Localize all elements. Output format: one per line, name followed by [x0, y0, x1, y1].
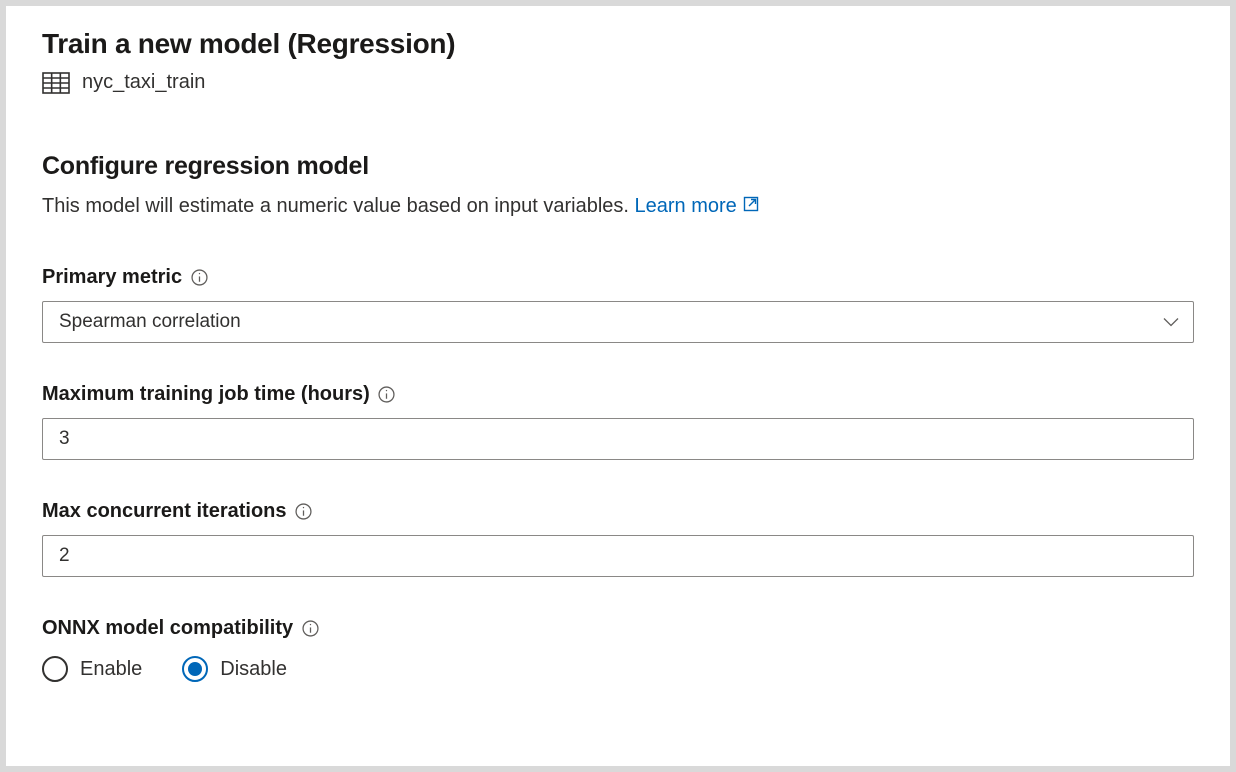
- info-icon[interactable]: [295, 503, 313, 521]
- page-title: Train a new model (Regression): [42, 26, 1194, 61]
- dataset-name: nyc_taxi_train: [82, 71, 205, 94]
- learn-more-link[interactable]: Learn more: [635, 195, 759, 218]
- external-link-icon: [743, 195, 759, 218]
- onnx-enable-radio[interactable]: Enable: [42, 656, 142, 682]
- radio-button-icon: [42, 656, 68, 682]
- max-training-time-block: Maximum training job time (hours): [42, 383, 1194, 460]
- section-description-text: This model will estimate a numeric value…: [42, 195, 635, 217]
- max-training-time-label-text: Maximum training job time (hours): [42, 383, 370, 406]
- dataset-row: nyc_taxi_train: [42, 71, 1194, 94]
- primary-metric-value: Spearman correlation: [43, 311, 1163, 333]
- onnx-disable-radio[interactable]: Disable: [182, 656, 287, 682]
- train-model-form: Train a new model (Regression) nyc_taxi_…: [6, 6, 1230, 766]
- section-description: This model will estimate a numeric value…: [42, 195, 1194, 218]
- primary-metric-label-text: Primary metric: [42, 266, 182, 289]
- max-concurrent-iterations-label: Max concurrent iterations: [42, 500, 1194, 523]
- max-concurrent-iterations-label-text: Max concurrent iterations: [42, 500, 287, 523]
- onnx-compat-radio-group: Enable Disable: [42, 656, 1194, 682]
- onnx-enable-label: Enable: [80, 658, 142, 681]
- radio-button-selected-icon: [182, 656, 208, 682]
- primary-metric-label: Primary metric: [42, 266, 1194, 289]
- max-concurrent-iterations-input[interactable]: [42, 535, 1194, 577]
- onnx-disable-label: Disable: [220, 658, 287, 681]
- info-icon[interactable]: [301, 620, 319, 638]
- table-icon: [42, 72, 70, 94]
- section-heading: Configure regression model: [42, 152, 1194, 181]
- learn-more-label: Learn more: [635, 195, 737, 218]
- onnx-compat-label: ONNX model compatibility: [42, 617, 1194, 640]
- onnx-compat-block: ONNX model compatibility Enable Disable: [42, 617, 1194, 682]
- onnx-compat-label-text: ONNX model compatibility: [42, 617, 293, 640]
- max-training-time-label: Maximum training job time (hours): [42, 383, 1194, 406]
- max-concurrent-iterations-block: Max concurrent iterations: [42, 500, 1194, 577]
- primary-metric-select[interactable]: Spearman correlation: [42, 301, 1194, 343]
- info-icon[interactable]: [378, 386, 396, 404]
- chevron-down-icon: [1163, 317, 1193, 327]
- info-icon[interactable]: [190, 269, 208, 287]
- max-training-time-input[interactable]: [42, 418, 1194, 460]
- primary-metric-block: Primary metric Spearman correlation: [42, 266, 1194, 343]
